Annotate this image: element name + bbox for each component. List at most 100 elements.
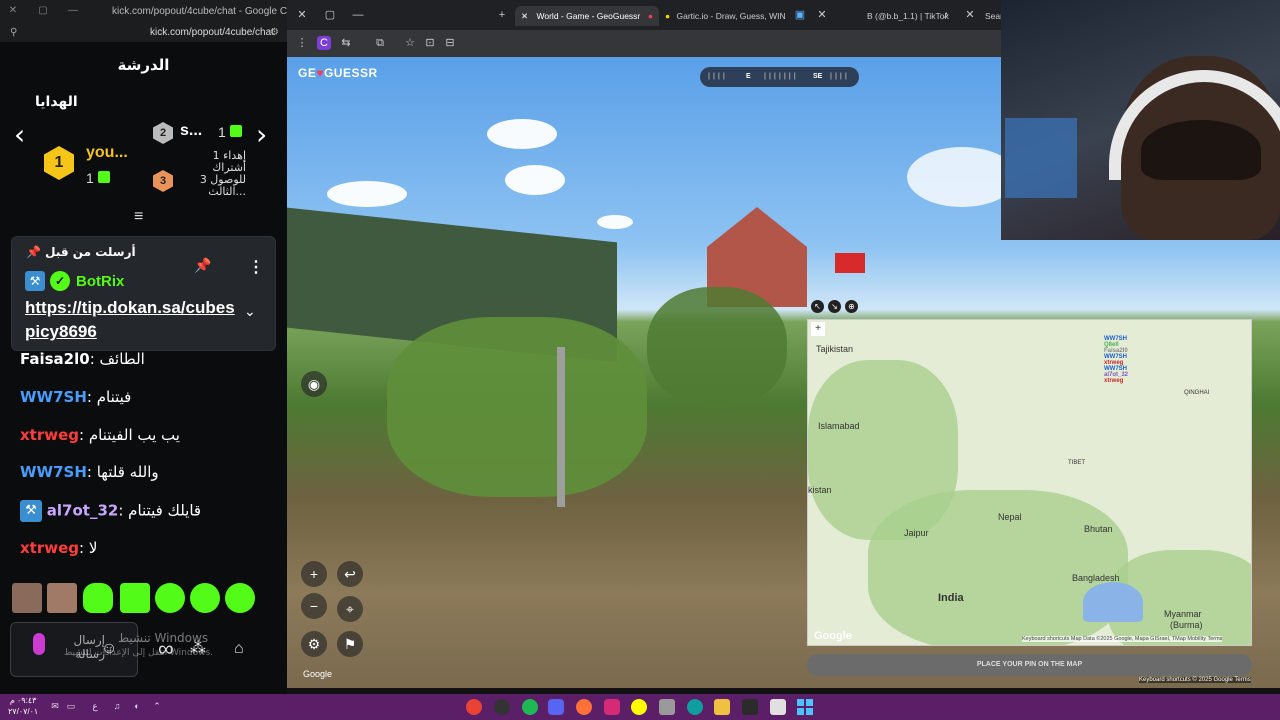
close-tab-icon[interactable]: ✕ bbox=[521, 11, 528, 21]
spotify-app-icon[interactable] bbox=[522, 699, 538, 715]
map-label: India bbox=[938, 592, 964, 604]
map-label: TIBET bbox=[1068, 460, 1086, 466]
geoguessr-logo[interactable]: GE♥GUESSR bbox=[298, 66, 378, 80]
install-icon[interactable]: ⧉ bbox=[373, 36, 387, 50]
pin-label-row: 📌 أرسلت من قبل bbox=[26, 245, 136, 259]
flag-icon[interactable]: ⚑ bbox=[337, 631, 363, 657]
map-label: kistan bbox=[808, 485, 832, 495]
zoom-in-button[interactable]: + bbox=[301, 561, 327, 587]
chat-username[interactable]: al7ot_32 bbox=[47, 502, 119, 520]
chat-username[interactable]: xtrweg bbox=[20, 426, 79, 444]
bookmark-star-icon[interactable]: ☆ bbox=[403, 36, 417, 50]
extension-icon[interactable]: C bbox=[317, 36, 331, 50]
emote-eyes[interactable] bbox=[155, 583, 185, 613]
cloud bbox=[327, 181, 407, 207]
chat-window-title: kick.com/popout/4cube/chat - Google Chro… bbox=[112, 6, 287, 17]
chat-username[interactable]: xtrweg bbox=[20, 539, 79, 557]
cloud bbox=[487, 119, 557, 149]
new-tab-icon[interactable]: + bbox=[495, 8, 509, 22]
taskbar-clock[interactable]: ٠٩:٤٣ م ٢٧/٠٧/٠١ bbox=[8, 695, 38, 717]
location-icon[interactable]: ⌖ bbox=[337, 596, 363, 622]
maximize-icon[interactable]: ▢ bbox=[323, 8, 337, 22]
windows-start-icon[interactable] bbox=[797, 699, 813, 715]
close-tab-icon[interactable]: ✕ bbox=[963, 8, 977, 22]
emote-frog[interactable] bbox=[225, 583, 255, 613]
notification-icon[interactable]: ✉ bbox=[50, 701, 60, 711]
leader-1-count: 1 bbox=[86, 170, 94, 186]
map-shrink-icon[interactable]: ↘ bbox=[828, 300, 841, 313]
settings-icon[interactable]: ⚙ bbox=[301, 631, 327, 657]
minimize-icon[interactable]: — bbox=[66, 4, 80, 18]
chevron-down-icon[interactable]: ⌄ bbox=[244, 303, 256, 320]
chat-username[interactable]: WW7SH bbox=[20, 388, 87, 406]
file-explorer-icon[interactable] bbox=[714, 699, 730, 715]
tab-gartic[interactable]: ● Gartic.io - Draw, Guess, WIN bbox=[665, 6, 786, 26]
instagram-app-icon[interactable] bbox=[604, 699, 620, 715]
share-icon[interactable]: ⊡ bbox=[423, 36, 437, 50]
chevron-right-icon[interactable]: › bbox=[256, 118, 267, 151]
chat-message: Faisa2l0: الطائف bbox=[20, 350, 145, 368]
zoom-out-button[interactable]: − bbox=[301, 593, 327, 619]
tab-label: World - Game - GeoGuessr bbox=[536, 11, 641, 21]
more-icon[interactable]: ⋮ bbox=[248, 257, 264, 277]
webcam-overlay bbox=[1001, 0, 1280, 240]
rank-1-badge: 1 bbox=[44, 146, 74, 180]
tab-strip: ✕ ▢ — + ✕ World - Game - GeoGuessr ● ● G… bbox=[287, 0, 1003, 30]
emote-smile[interactable] bbox=[190, 583, 220, 613]
pin-icon[interactable]: 📌 bbox=[194, 257, 211, 274]
translate-icon[interactable]: ⇆ bbox=[339, 36, 353, 50]
papaya-plants bbox=[387, 317, 647, 497]
close-tab-icon[interactable]: ✕ bbox=[815, 8, 829, 22]
place-pin-button[interactable]: PLACE YOUR PIN ON THE MAP bbox=[807, 654, 1252, 676]
chat-text: لا bbox=[88, 539, 98, 557]
chrome-app-icon[interactable] bbox=[466, 699, 482, 715]
task-view-icon[interactable] bbox=[770, 699, 786, 715]
mail-app-icon[interactable] bbox=[659, 699, 675, 715]
tab-geoguessr[interactable]: ✕ World - Game - GeoGuessr ● bbox=[515, 6, 659, 26]
maximize-icon[interactable]: ▢ bbox=[36, 4, 50, 18]
chat-message: WW7SH: فيتنام bbox=[20, 388, 132, 406]
undo-icon[interactable]: ↩ bbox=[337, 561, 363, 587]
app-icon[interactable] bbox=[742, 699, 758, 715]
chat-url[interactable]: kick.com/popout/4cube/chat bbox=[150, 27, 274, 38]
network-icon[interactable]: ▭ bbox=[66, 701, 76, 711]
firefox-app-icon[interactable] bbox=[576, 699, 592, 715]
store-icon[interactable]: ⌂ bbox=[234, 640, 244, 658]
volume-icon[interactable]: ◐ bbox=[132, 701, 142, 711]
emote-ghost[interactable] bbox=[83, 583, 113, 613]
chevron-up-icon[interactable]: ⌃ bbox=[152, 701, 162, 711]
menu-icon[interactable]: ⋮ bbox=[295, 36, 309, 50]
chat-username[interactable]: Faisa2l0 bbox=[20, 350, 90, 368]
discord-app-icon[interactable] bbox=[548, 699, 564, 715]
emote-avatar-2[interactable] bbox=[47, 583, 77, 613]
close-icon[interactable]: ✕ bbox=[295, 8, 309, 22]
pinned-link[interactable]: https://tip.dokan.sa/cubespicy8696 bbox=[25, 296, 235, 344]
close-icon[interactable]: ✕ bbox=[6, 4, 20, 18]
collapse-icon[interactable]: ≡ bbox=[134, 208, 143, 226]
emote-avatar-1[interactable] bbox=[12, 583, 42, 613]
settings-icon[interactable]: ⚙ bbox=[270, 27, 279, 38]
hammer-icon: ⚒ bbox=[25, 271, 45, 291]
obs-app-icon[interactable] bbox=[494, 699, 510, 715]
map-expand-icon[interactable]: ↖ bbox=[811, 300, 824, 313]
microphone-icon[interactable]: ♫ bbox=[112, 701, 122, 711]
return-to-start-icon[interactable]: ◉ bbox=[301, 371, 327, 397]
chat-username[interactable]: WW7SH bbox=[20, 463, 87, 481]
microphone-icon[interactable] bbox=[33, 633, 45, 655]
tab-label: B (@b.b_1.1) | TikTok bbox=[867, 11, 949, 21]
language-icon[interactable]: ع bbox=[90, 701, 100, 711]
snapchat-app-icon[interactable] bbox=[631, 699, 647, 715]
emote-angry[interactable] bbox=[120, 583, 150, 613]
edge-app-icon[interactable] bbox=[687, 699, 703, 715]
cast-icon[interactable]: ⊟ bbox=[443, 36, 457, 50]
guess-map[interactable]: + Tajikistan Islamabad kistan Nepal Bhut… bbox=[807, 319, 1252, 646]
leader-2-count-row: 1 bbox=[218, 124, 242, 140]
google-watermark: Google bbox=[303, 669, 333, 679]
leader-1-name: you... bbox=[86, 144, 128, 161]
pinned-user[interactable]: BotRix bbox=[76, 273, 124, 290]
minimize-icon[interactable]: — bbox=[351, 8, 365, 22]
chevron-left-icon[interactable]: ‹ bbox=[14, 118, 25, 151]
logo-text-left: GE bbox=[298, 66, 317, 80]
map-pin-icon[interactable]: ⊕ bbox=[845, 300, 858, 313]
map-zoom-in[interactable]: + bbox=[811, 322, 825, 336]
